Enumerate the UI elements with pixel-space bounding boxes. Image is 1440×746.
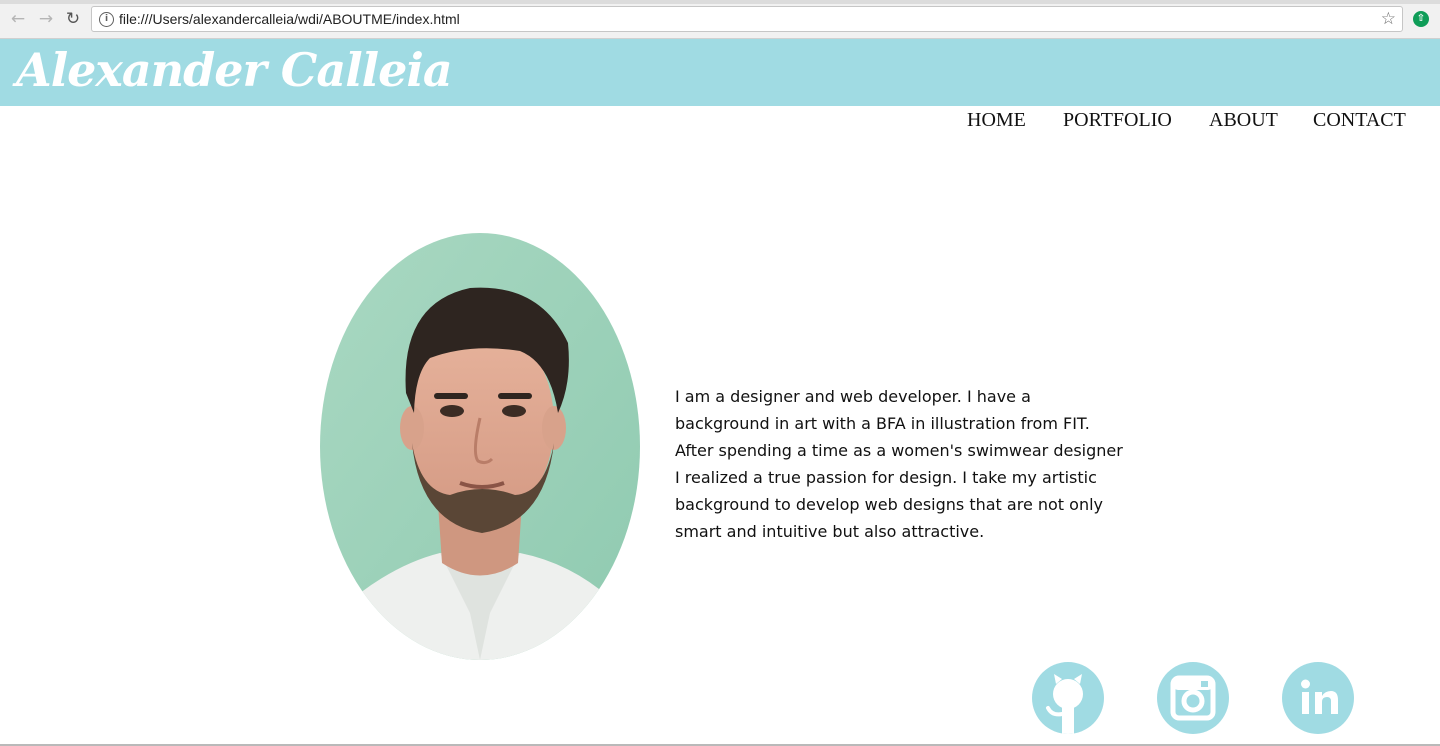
portrait-photo (320, 233, 640, 660)
url-text[interactable]: file:///Users/alexandercalleia/wdi/ABOUT… (119, 11, 460, 27)
site-title[interactable]: Alexander Calleia (16, 39, 453, 101)
address-bar[interactable]: i file:///Users/alexandercalleia/wdi/ABO… (91, 6, 1403, 32)
nav-about[interactable]: ABOUT (1209, 108, 1278, 132)
arrow-left-icon: ← (10, 9, 26, 29)
reload-icon: ↻ (65, 9, 81, 29)
star-icon[interactable]: ☆ (1381, 9, 1396, 29)
bio-text: I am a designer and web developer. I hav… (675, 387, 1123, 541)
arrow-right-icon: → (38, 9, 54, 29)
browser-toolbar: ← → ↻ i file:///Users/alexandercalleia/w… (0, 0, 1440, 39)
main-nav: HOME PORTFOLIO ABOUT CONTACT (0, 108, 1440, 134)
nav-portfolio[interactable]: PORTFOLIO (1063, 108, 1172, 132)
back-button[interactable]: ← (8, 9, 28, 29)
github-icon (1046, 674, 1083, 734)
reload-button[interactable]: ↻ (63, 9, 83, 29)
nav-contact[interactable]: CONTACT (1313, 108, 1406, 132)
linkedin-link[interactable] (1282, 662, 1354, 734)
update-arrow-icon[interactable]: ⇧ (1413, 11, 1429, 27)
nav-home[interactable]: HOME (967, 108, 1026, 132)
instagram-icon (1170, 675, 1216, 721)
instagram-link[interactable] (1157, 662, 1229, 734)
tab-strip (0, 0, 1440, 4)
site-header: Alexander Calleia (0, 39, 1440, 106)
info-icon[interactable]: i (99, 12, 114, 27)
forward-button[interactable]: → (36, 9, 56, 29)
github-link[interactable] (1032, 662, 1104, 734)
portrait-illustration (320, 233, 640, 660)
linkedin-icon (1301, 679, 1338, 714)
